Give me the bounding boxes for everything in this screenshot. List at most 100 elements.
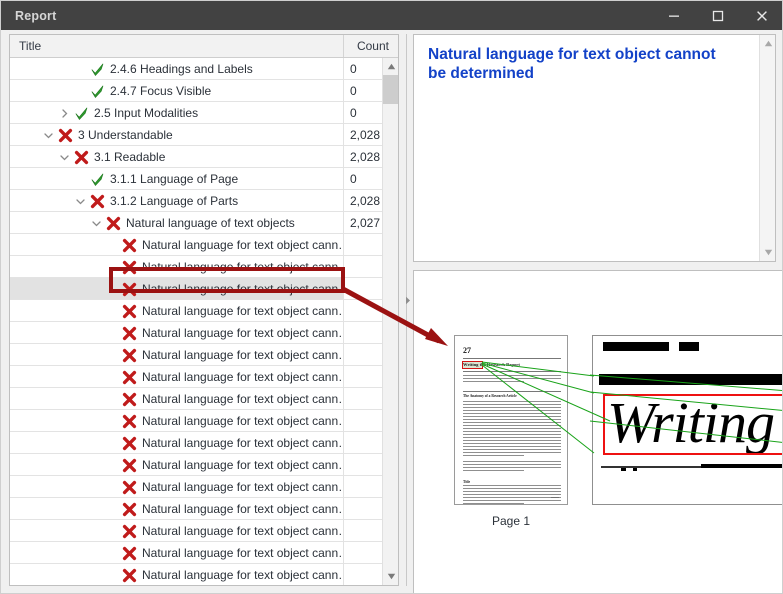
chevron-down-icon[interactable] <box>58 146 71 168</box>
fail-cross-icon <box>119 454 139 476</box>
message-vertical-scrollbar[interactable] <box>759 35 775 261</box>
twisty-placeholder <box>106 344 119 366</box>
tree-row[interactable]: 2.4.6 Headings and Labels 0 <box>10 58 382 80</box>
twisty-placeholder <box>106 432 119 454</box>
tree-row-count-cell <box>344 432 382 454</box>
tree-row[interactable]: Natural language for text object cann… <box>10 520 382 542</box>
tree-row[interactable]: Natural language for text object cann… <box>10 498 382 520</box>
tree-row-title-cell[interactable]: Natural language for text object cann… <box>10 520 344 542</box>
tree-row-title-cell[interactable]: 3 Understandable <box>10 124 344 146</box>
chevron-right-icon[interactable] <box>58 102 71 124</box>
twisty-placeholder <box>106 476 119 498</box>
tree-row-count: 2,028 <box>350 128 381 142</box>
tree-row[interactable]: 2.5 Input Modalities 0 <box>10 102 382 124</box>
detail-blackbar-2 <box>679 342 699 351</box>
tree-row-title-cell[interactable]: 2.5 Input Modalities <box>10 102 344 124</box>
tree-row-count-cell: 2,027 <box>344 212 382 234</box>
tree-row-title-cell[interactable]: 3.1.2 Language of Parts <box>10 190 344 212</box>
tree-row-title-cell[interactable]: 3.1 Readable <box>10 146 344 168</box>
tree-row-title-cell[interactable]: Natural language for text object cann… <box>10 454 344 476</box>
tree-row[interactable]: 3.1.1 Language of Page 0 <box>10 168 382 190</box>
tree-row[interactable]: 3.1.2 Language of Parts 2,028 <box>10 190 382 212</box>
message-detail-panel: Natural language for text object cannot … <box>413 34 776 262</box>
tree-vertical-scrollbar[interactable] <box>382 58 398 585</box>
column-header-title[interactable]: Title <box>10 35 344 57</box>
tree-row-count: 2,028 <box>350 150 381 164</box>
tree-row[interactable]: Natural language for text object cann… <box>10 564 382 585</box>
tree-row-count-cell <box>344 476 382 498</box>
tree-row-title-cell[interactable]: Natural language for text object cann… <box>10 278 344 300</box>
pass-check-icon <box>87 168 107 190</box>
tree-row[interactable]: Natural language for text object cann… <box>10 432 382 454</box>
twisty-placeholder <box>106 498 119 520</box>
panel-splitter[interactable] <box>403 34 411 586</box>
window-controls <box>652 1 782 30</box>
tree-row-label: 2.4.7 Focus Visible <box>110 84 212 98</box>
close-button[interactable] <box>740 1 782 30</box>
minimize-button[interactable] <box>652 1 696 30</box>
message-scroll-up-arrow-icon[interactable] <box>760 35 775 52</box>
tree-row-title-cell[interactable]: Natural language for text object cann… <box>10 300 344 322</box>
tree-rows[interactable]: 2.4.6 Headings and Labels 0 2.4.7 Focus Vi… <box>10 58 382 585</box>
tree-row[interactable]: 2.4.7 Focus Visible 0 <box>10 80 382 102</box>
zoom-detail-view[interactable]: Writing <box>592 335 782 505</box>
tree-row[interactable]: Natural language for text object cann… <box>10 256 382 278</box>
chevron-down-icon[interactable] <box>90 212 103 234</box>
fail-cross-icon <box>103 212 123 234</box>
thumbnail-paragraph-body-2 <box>463 461 561 473</box>
tree-row-title-cell[interactable]: Natural language for text object cann… <box>10 542 344 564</box>
scroll-up-arrow-icon[interactable] <box>383 58 398 75</box>
tree-row[interactable]: 3.1 Readable 2,028 <box>10 146 382 168</box>
splitter-collapse-chevron-icon[interactable] <box>405 296 411 305</box>
tree-row[interactable]: Natural language for text object cann… <box>10 388 382 410</box>
twisty-placeholder <box>106 410 119 432</box>
scrollbar-thumb[interactable] <box>383 75 398 104</box>
tree-row[interactable]: Natural language of text objects 2,027 <box>10 212 382 234</box>
tree-row-label: 2.4.6 Headings and Labels <box>110 62 253 76</box>
tree-row[interactable]: Natural language for text object cann… <box>10 278 382 300</box>
tree-row-count-cell: 0 <box>344 102 382 124</box>
tree-row-title-cell[interactable]: Natural language for text object cann… <box>10 388 344 410</box>
tree-row[interactable]: Natural language for text object cann… <box>10 542 382 564</box>
column-header-count[interactable]: Count <box>344 35 398 57</box>
twisty-placeholder <box>106 234 119 256</box>
message-scroll-down-arrow-icon[interactable] <box>760 244 775 261</box>
tree-row-title-cell[interactable]: Natural language for text object cann… <box>10 564 344 585</box>
tree-row-title-cell[interactable]: Natural language for text object cann… <box>10 498 344 520</box>
chevron-down-icon[interactable] <box>42 124 55 146</box>
tree-row[interactable]: Natural language for text object cann… <box>10 322 382 344</box>
tree-row[interactable]: Natural language for text object cann… <box>10 476 382 498</box>
chevron-down-icon[interactable] <box>74 190 87 212</box>
tree-row-label: Natural language for text object cann… <box>142 414 343 428</box>
tree-row-count-cell <box>344 322 382 344</box>
tree-row-title-cell[interactable]: Natural language for text object cann… <box>10 432 344 454</box>
tree-row-label: Natural language for text object cann… <box>142 238 343 252</box>
tree-row[interactable]: Natural language for text object cann… <box>10 410 382 432</box>
tree-row-count-cell: 0 <box>344 80 382 102</box>
tree-row-title-cell[interactable]: Natural language for text object cann… <box>10 322 344 344</box>
tree-row-title-cell[interactable]: Natural language for text object cann… <box>10 410 344 432</box>
fail-cross-icon <box>119 366 139 388</box>
tree-row-count-cell <box>344 278 382 300</box>
tree-row-title-cell[interactable]: 2.4.6 Headings and Labels <box>10 58 344 80</box>
tree-row-title-cell[interactable]: Natural language for text object cann… <box>10 256 344 278</box>
tree-row[interactable]: Natural language for text object cann… <box>10 300 382 322</box>
tree-row[interactable]: Natural language for text object cann… <box>10 454 382 476</box>
tree-row[interactable]: 3 Understandable 2,028 <box>10 124 382 146</box>
tree-row-title-cell[interactable]: Natural language for text object cann… <box>10 234 344 256</box>
twisty-placeholder <box>106 366 119 388</box>
tree-row-title-cell[interactable]: Natural language for text object cann… <box>10 476 344 498</box>
tree-row-title-cell[interactable]: 3.1.1 Language of Page <box>10 168 344 190</box>
tree-row[interactable]: Natural language for text object cann… <box>10 234 382 256</box>
page-thumbnail[interactable]: 27 Writing the Research Report The Anato… <box>454 335 568 505</box>
fail-cross-icon <box>119 542 139 564</box>
tree-row-title-cell[interactable]: Natural language for text object cann… <box>10 344 344 366</box>
maximize-button[interactable] <box>696 1 740 30</box>
tree-row[interactable]: Natural language for text object cann… <box>10 366 382 388</box>
tree-row[interactable]: Natural language for text object cann… <box>10 344 382 366</box>
tree-row-title-cell[interactable]: Natural language for text object cann… <box>10 366 344 388</box>
tree-row-count-cell <box>344 454 382 476</box>
scroll-down-arrow-icon[interactable] <box>383 568 398 585</box>
tree-row-title-cell[interactable]: 2.4.7 Focus Visible <box>10 80 344 102</box>
tree-row-title-cell[interactable]: Natural language of text objects <box>10 212 344 234</box>
